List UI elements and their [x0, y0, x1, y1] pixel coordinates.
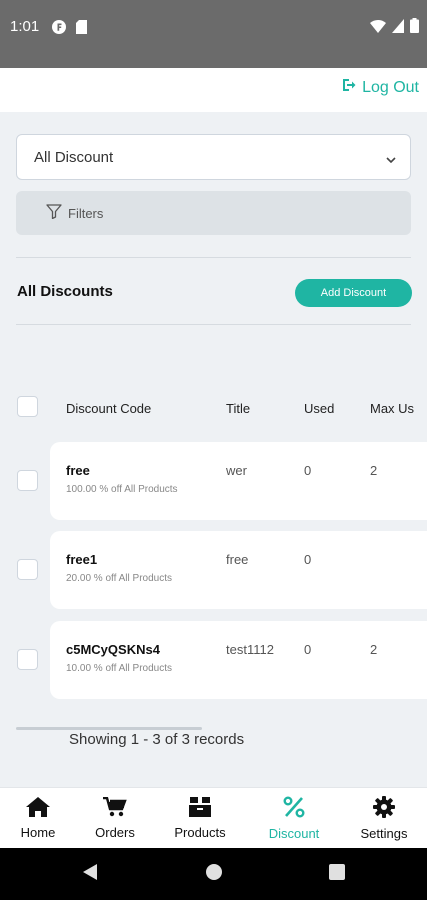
- status-bar: 1:01: [0, 0, 427, 68]
- nav-label: Orders: [95, 825, 135, 840]
- horizontal-scrollbar[interactable]: [16, 727, 202, 730]
- logout-button[interactable]: Log Out: [342, 78, 419, 97]
- logout-icon: [342, 78, 356, 97]
- main-content: All Discount Filters All Discounts Add D…: [0, 112, 427, 787]
- discount-type-select[interactable]: All Discount: [16, 134, 411, 180]
- notification-f-icon: [52, 19, 66, 38]
- status-right-icons: [370, 18, 419, 37]
- system-nav-bar: [0, 848, 427, 900]
- battery-icon: [410, 18, 419, 37]
- row-checkbox[interactable]: [17, 559, 38, 580]
- discount-used: 0: [304, 642, 312, 657]
- nav-label: Settings: [360, 826, 408, 841]
- discount-code: c5MCyQSKNs4: [66, 642, 160, 657]
- row-checkbox[interactable]: [17, 649, 38, 670]
- filters-label: Filters: [68, 205, 104, 221]
- filter-icon: [46, 203, 62, 223]
- home-icon: [26, 797, 50, 821]
- home-system-button[interactable]: [194, 848, 234, 900]
- select-all-checkbox[interactable]: [17, 396, 38, 417]
- column-header-max-uses[interactable]: Max Us: [370, 401, 414, 416]
- nav-orders[interactable]: Orders: [89, 788, 141, 849]
- discount-max-uses: 2: [370, 642, 378, 657]
- nav-products[interactable]: Products: [168, 788, 232, 849]
- nav-label: Home: [20, 825, 56, 840]
- select-value: All Discount: [34, 148, 114, 166]
- back-button[interactable]: [70, 848, 110, 900]
- table-row[interactable]: free1 20.00 % off All Products free 0: [50, 531, 427, 609]
- discount-title: test1112: [226, 642, 274, 657]
- discount-description: 10.00 % off All Products: [66, 663, 172, 674]
- divider: [16, 257, 411, 258]
- discount-title: wer: [226, 463, 247, 478]
- signal-icon: [392, 18, 404, 37]
- divider: [16, 324, 411, 325]
- chevron-down-icon: [386, 148, 396, 167]
- nav-label: Products: [174, 825, 226, 840]
- filters-button[interactable]: Filters: [16, 191, 411, 235]
- cart-icon: [103, 796, 127, 821]
- bottom-nav: Home Orders Products Discount Settings: [0, 787, 427, 848]
- nav-home[interactable]: Home: [14, 788, 62, 849]
- top-bar: Log Out: [0, 68, 427, 112]
- status-time: 1:01: [10, 18, 40, 35]
- sd-card-icon: [76, 19, 87, 38]
- discount-code: free: [66, 463, 90, 478]
- table-row[interactable]: c5MCyQSKNs4 10.00 % off All Products tes…: [50, 621, 427, 699]
- logout-label: Log Out: [362, 78, 419, 96]
- discount-used: 0: [304, 463, 312, 478]
- home-circle-icon: [205, 863, 223, 885]
- recents-button[interactable]: [317, 848, 357, 900]
- gear-icon: [373, 796, 395, 822]
- section-title: All Discounts: [17, 283, 113, 300]
- percent-icon: [283, 796, 305, 822]
- wifi-icon: [370, 18, 386, 37]
- status-left-icons: [52, 19, 87, 38]
- discount-title: free: [226, 552, 249, 567]
- nav-discount[interactable]: Discount: [262, 788, 326, 849]
- records-summary: Showing 1 - 3 of 3 records: [69, 731, 245, 748]
- discount-used: 0: [304, 552, 312, 567]
- add-discount-button[interactable]: Add Discount: [295, 279, 412, 307]
- discount-max-uses: 2: [370, 463, 378, 478]
- row-checkbox[interactable]: [17, 470, 38, 491]
- column-header-code[interactable]: Discount Code: [66, 401, 151, 416]
- table-row[interactable]: free 100.00 % off All Products wer 0 2: [50, 442, 427, 520]
- nav-settings[interactable]: Settings: [355, 788, 413, 849]
- back-triangle-icon: [82, 863, 98, 885]
- box-icon: [188, 797, 212, 821]
- nav-label: Discount: [268, 826, 320, 841]
- discount-code: free1: [66, 552, 98, 567]
- discount-description: 20.00 % off All Products: [66, 573, 172, 584]
- discount-description: 100.00 % off All Products: [66, 484, 178, 495]
- column-header-used[interactable]: Used: [304, 401, 334, 416]
- recents-square-icon: [329, 864, 345, 884]
- column-header-title[interactable]: Title: [226, 401, 250, 416]
